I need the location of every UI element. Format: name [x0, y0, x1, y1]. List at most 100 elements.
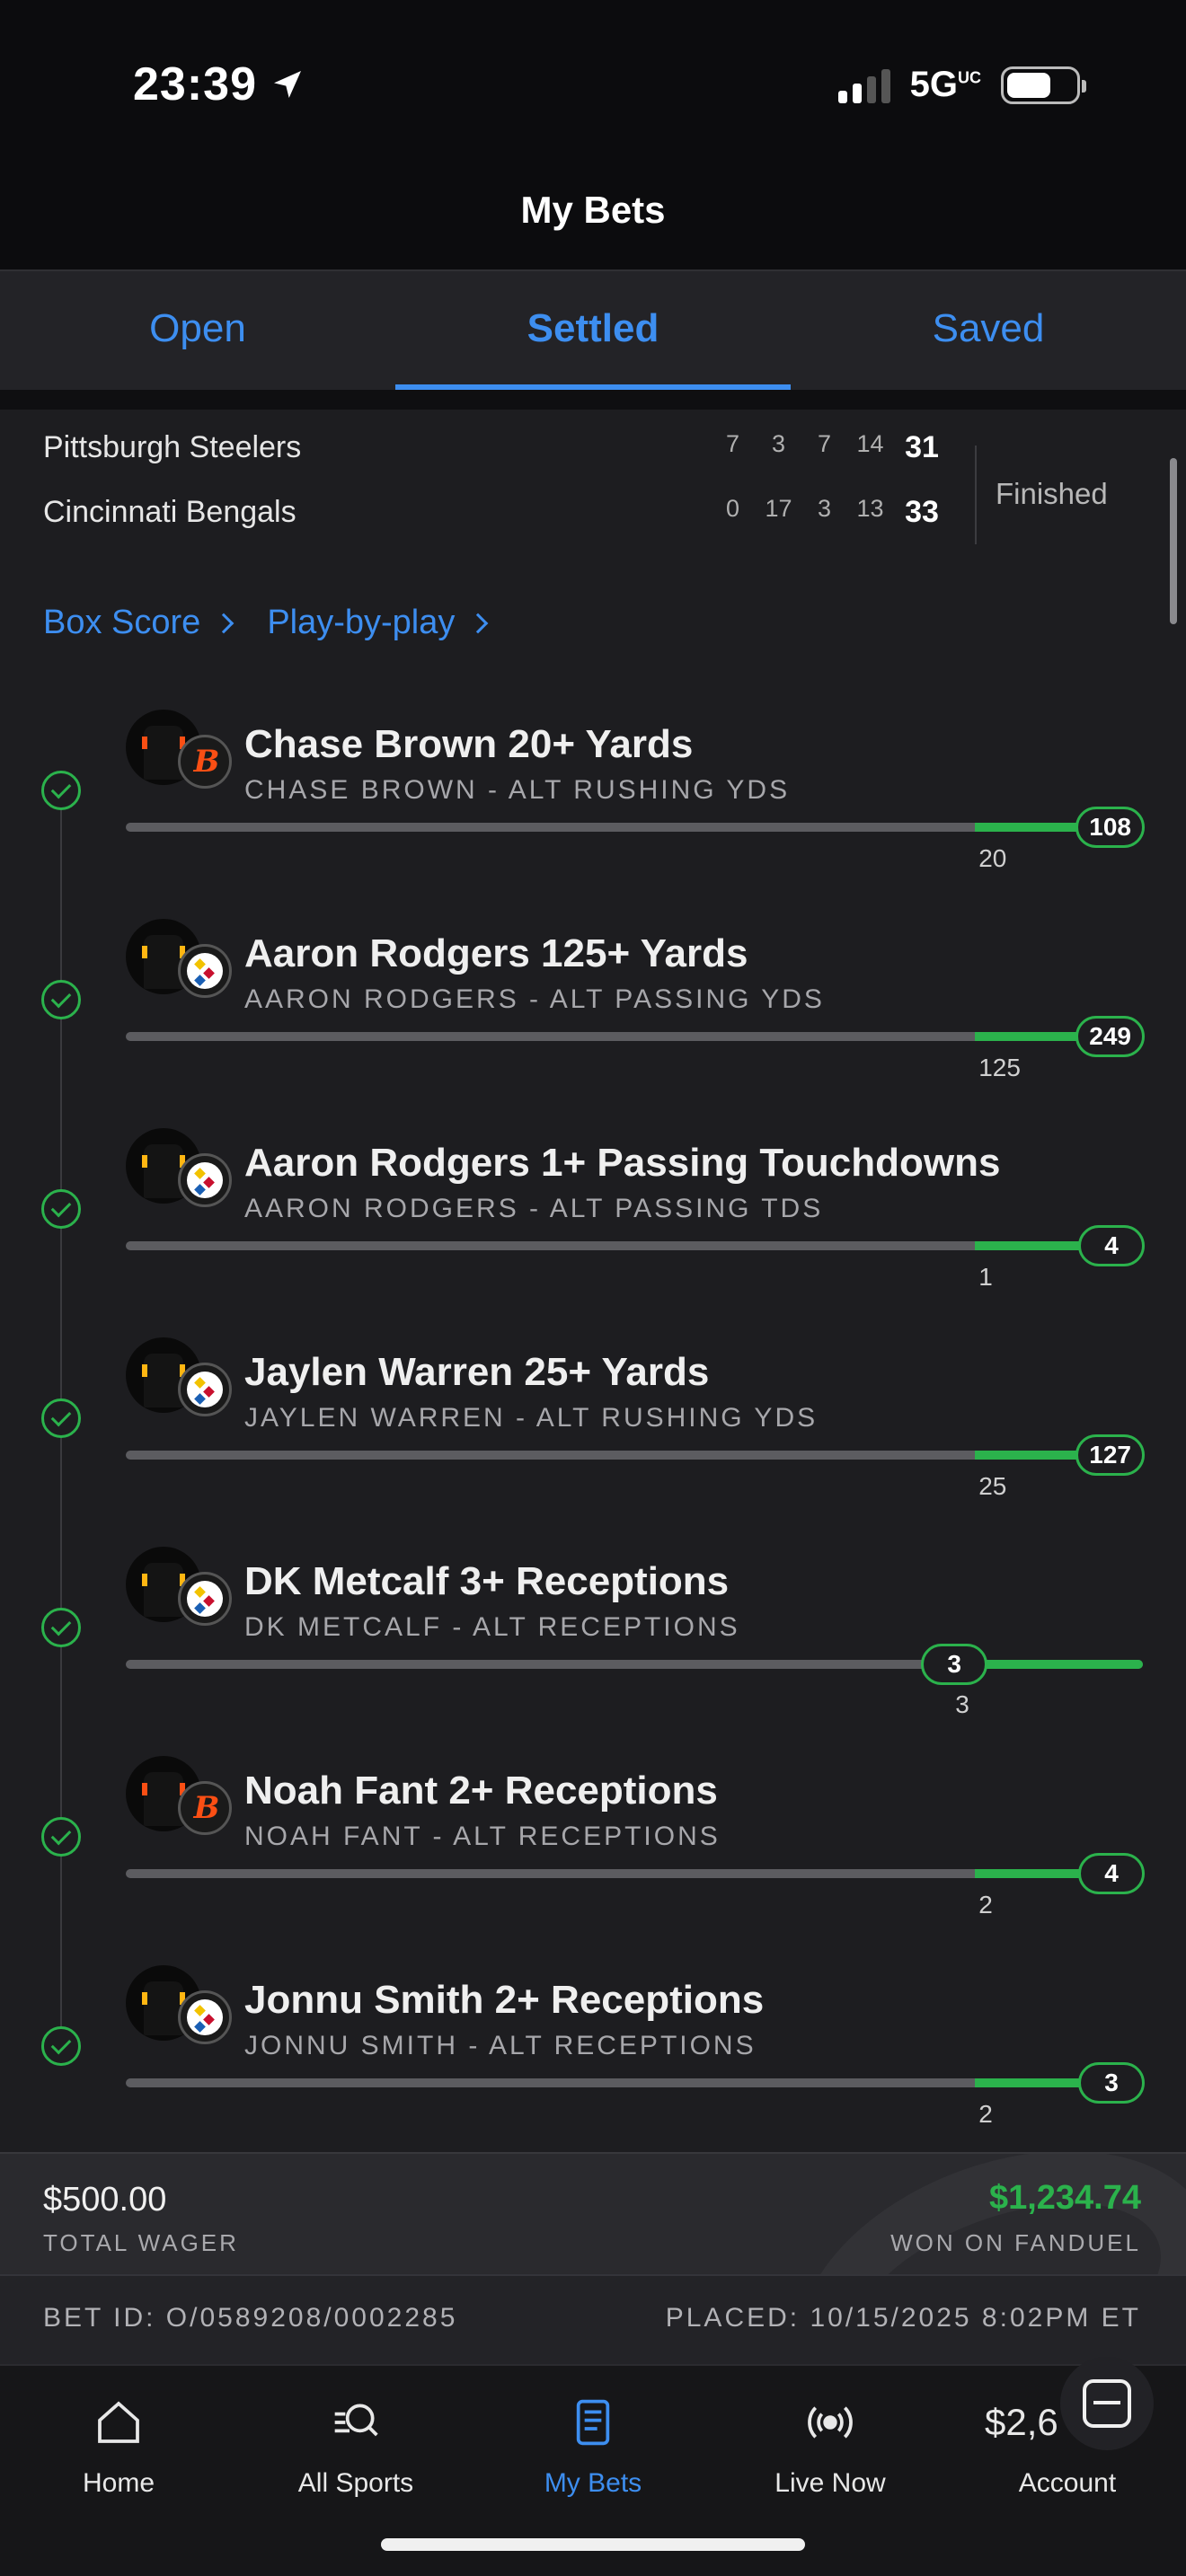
- result-pill: 4: [1078, 1225, 1145, 1266]
- leg-title: Aaron Rodgers 125+ Yards: [244, 931, 748, 975]
- bet-id: BET ID: O/0589208/0002285: [43, 2303, 458, 2333]
- scrollbar[interactable]: [1170, 458, 1177, 624]
- nav-my-bets[interactable]: My Bets: [474, 2382, 712, 2499]
- nav-label: My Bets: [544, 2468, 642, 2498]
- home-icon: [0, 2382, 237, 2463]
- team-row-pittsburgh: Pittsburgh Steelers 7 3 7 14 31: [43, 420, 939, 474]
- bengals-logo-icon: B: [178, 1781, 232, 1835]
- leg-title: Jonnu Smith 2+ Receptions: [244, 1978, 765, 2022]
- line-value-label: 2: [978, 2100, 993, 2128]
- status-indicators: 5GUC: [837, 65, 1086, 105]
- steelers-logo-icon: [178, 944, 232, 998]
- quarter-score: 3: [817, 494, 832, 522]
- line-value-label: 20: [978, 844, 1007, 872]
- game-links: Box Score Play-by-play: [43, 604, 489, 642]
- bet-leg[interactable]: DK Metcalf 3+ Receptions DK METCALF - ALT…: [0, 1547, 1186, 1756]
- bet-leg[interactable]: Jaylen Warren 25+ Yards JAYLEN WARREN - A…: [0, 1337, 1186, 1547]
- line-value-label: 2: [978, 1891, 993, 1919]
- scoreboard: Pittsburgh Steelers 7 3 7 14 31 Cincinna…: [0, 410, 1186, 562]
- quarter-score: 14: [856, 429, 884, 457]
- leg-subtitle: AARON RODGERS - ALT PASSING YDS: [244, 984, 825, 1014]
- live-broadcast-icon: [712, 2382, 949, 2463]
- tab-saved[interactable]: Saved: [791, 271, 1186, 390]
- leg-won-check-icon: [41, 1189, 81, 1229]
- line-value-label: 125: [978, 1054, 1021, 1081]
- team-name: Cincinnati Bengals: [43, 494, 296, 529]
- line-value-label: 25: [978, 1472, 1007, 1500]
- home-indicator[interactable]: [381, 2538, 805, 2551]
- result-pill: 3: [1078, 2062, 1145, 2104]
- line-value-label: 1: [978, 1263, 993, 1291]
- result-pill: 3: [921, 1644, 988, 1685]
- leg-title: Aaron Rodgers 1+ Passing Touchdowns: [244, 1141, 1001, 1185]
- quarter-score: 3: [771, 429, 786, 457]
- bengals-logo-icon: B: [178, 735, 232, 789]
- play-by-play-link[interactable]: Play-by-play: [267, 604, 489, 642]
- cellular-signal-icon: [837, 67, 890, 103]
- leg-subtitle: JONNU SMITH - ALT RECEPTIONS: [244, 2031, 757, 2060]
- quarter-score: 7: [817, 429, 832, 457]
- status-time: 23:39: [133, 57, 305, 111]
- team-name: Pittsburgh Steelers: [43, 429, 302, 464]
- nav-home[interactable]: Home: [0, 2382, 237, 2499]
- leg-won-check-icon: [41, 771, 81, 810]
- leg-title: DK Metcalf 3+ Receptions: [244, 1559, 730, 1603]
- line-value-label: 3: [955, 1690, 969, 1718]
- steelers-logo-icon: [178, 1153, 232, 1207]
- leg-won-check-icon: [41, 1608, 81, 1647]
- leg-won-check-icon: [41, 2026, 81, 2066]
- tab-open[interactable]: Open: [0, 271, 395, 390]
- box-score-link[interactable]: Box Score: [43, 604, 235, 642]
- leg-title: Chase Brown 20+ Yards: [244, 722, 694, 766]
- steelers-logo-icon: [178, 1990, 232, 2044]
- leg-subtitle: JAYLEN WARREN - ALT RUSHING YDS: [244, 1403, 819, 1433]
- tab-divider: [0, 390, 1186, 410]
- leg-title: Jaylen Warren 25+ Yards: [244, 1350, 710, 1394]
- nav-label: Home: [82, 2468, 155, 2498]
- leg-won-check-icon: [41, 1817, 81, 1857]
- nav-label: Account: [1018, 2468, 1117, 2498]
- search-sports-icon: [237, 2382, 474, 2463]
- bet-leg[interactable]: Jonnu Smith 2+ Receptions JONNU SMITH - A…: [0, 1965, 1186, 2175]
- leg-subtitle: AARON RODGERS - ALT PASSING TDS: [244, 1194, 824, 1223]
- score-divider: [975, 446, 977, 544]
- leg-subtitle: NOAH FANT - ALT RECEPTIONS: [244, 1822, 721, 1851]
- steelers-logo-icon: [178, 1363, 232, 1416]
- scan-button[interactable]: [1060, 2357, 1154, 2450]
- nav-all-sports[interactable]: All Sports: [237, 2382, 474, 2499]
- bet-leg[interactable]: Aaron Rodgers 125+ Yards AARON RODGERS - …: [0, 919, 1186, 1128]
- total-score: 31: [905, 429, 939, 464]
- chevron-right-icon: [468, 613, 489, 633]
- total-wager-value: $500.00: [43, 2181, 167, 2219]
- tab-settled[interactable]: Settled: [395, 271, 791, 390]
- team-row-cincinnati: Cincinnati Bengals 0 17 3 13 33: [43, 485, 939, 539]
- game-status: Finished: [996, 477, 1108, 510]
- quarter-scores: 0 17 3 13 33: [710, 495, 951, 530]
- total-score: 33: [905, 494, 939, 529]
- network-type: 5GUC: [909, 65, 981, 104]
- location-arrow-icon: [274, 71, 301, 98]
- nav-label: All Sports: [297, 2468, 414, 2498]
- steelers-logo-icon: [178, 1572, 232, 1626]
- quarter-score: 7: [725, 429, 740, 457]
- result-pill: 127: [1075, 1434, 1145, 1476]
- result-pill: 4: [1078, 1853, 1145, 1894]
- total-wager-label: TOTAL WAGER: [43, 2229, 239, 2256]
- nav-live-now[interactable]: Live Now: [712, 2382, 949, 2499]
- result-pill: 108: [1075, 807, 1145, 848]
- chevron-right-icon: [213, 613, 235, 633]
- placed-date: PLACED: 10/15/2025 8:02PM ET: [665, 2303, 1141, 2333]
- quarter-score: 13: [856, 494, 884, 522]
- bets-slip-icon: [474, 2382, 712, 2463]
- bet-leg[interactable]: B Noah Fant 2+ Receptions NOAH FANT - ALT …: [0, 1756, 1186, 1965]
- leg-won-check-icon: [41, 1398, 81, 1438]
- battery-icon: [1001, 66, 1086, 104]
- result-pill: 249: [1075, 1016, 1145, 1057]
- quarter-score: 17: [765, 494, 792, 522]
- leg-subtitle: CHASE BROWN - ALT RUSHING YDS: [244, 775, 791, 805]
- bet-leg[interactable]: Aaron Rodgers 1+ Passing Touchdowns AARON…: [0, 1128, 1186, 1337]
- bets-tabs: Open Settled Saved: [0, 269, 1186, 390]
- quarter-scores: 7 3 7 14 31: [710, 430, 951, 465]
- bet-leg[interactable]: B Chase Brown 20+ Yards CHASE BROWN - ALT …: [0, 710, 1186, 919]
- leg-won-check-icon: [41, 980, 81, 1019]
